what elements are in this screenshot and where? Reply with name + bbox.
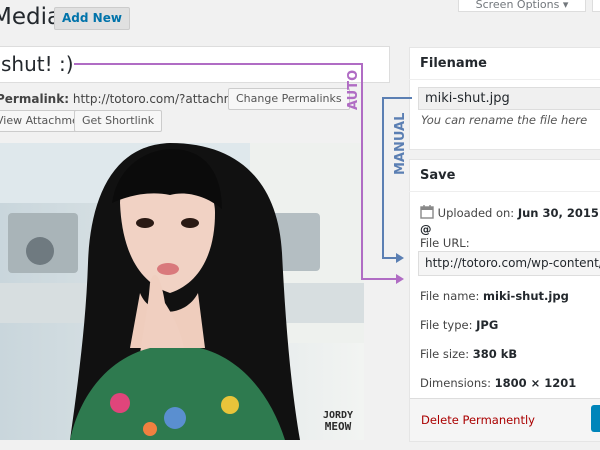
manual-label: MANUAL (393, 113, 408, 175)
annotation-overlay: AUTO MANUAL (74, 63, 412, 284)
auto-arrowhead (396, 274, 404, 284)
manual-arrowhead (396, 253, 404, 263)
auto-label: AUTO (346, 70, 361, 110)
